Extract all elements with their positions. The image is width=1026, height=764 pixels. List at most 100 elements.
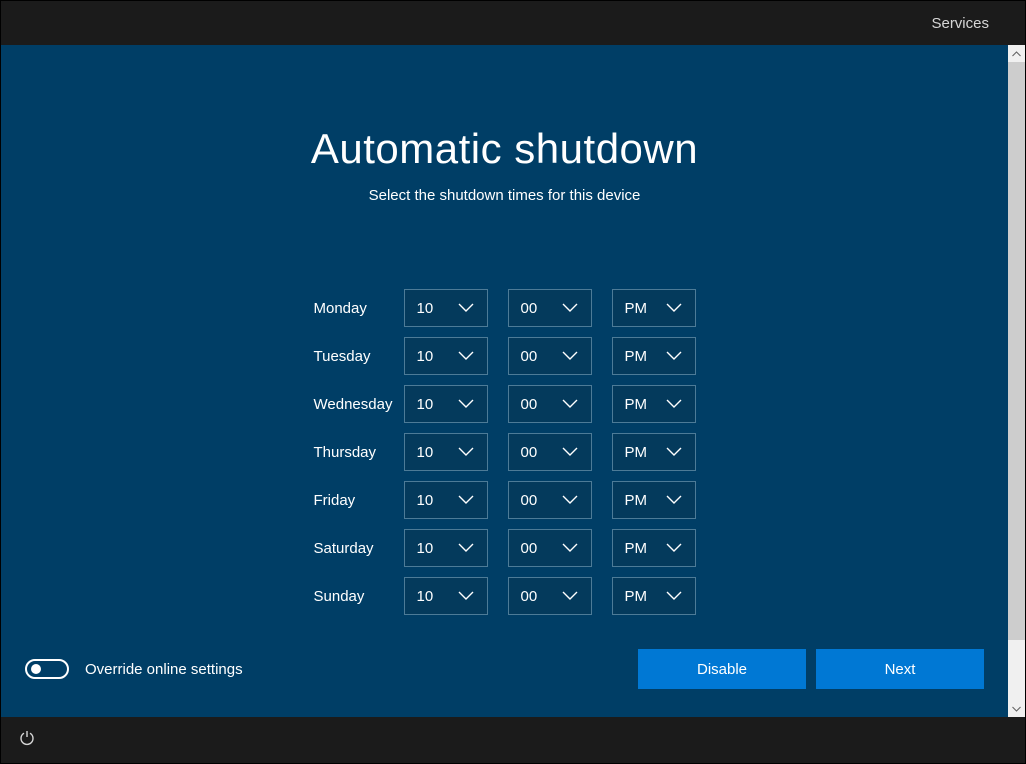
- next-button[interactable]: Next: [816, 649, 984, 689]
- hour-value: 10: [417, 348, 434, 365]
- minute-dropdown[interactable]: 00: [508, 529, 592, 567]
- day-label: Monday: [314, 300, 404, 317]
- chevron-down-icon: [457, 542, 475, 554]
- hour-value: 10: [417, 300, 434, 317]
- period-value: PM: [625, 300, 648, 317]
- schedule-grid: Monday 10 00 PM Tuesday 10 00 PM Wednesday 10 00 PM…: [314, 284, 696, 620]
- chevron-down-icon: [457, 446, 475, 458]
- period-value: PM: [625, 444, 648, 461]
- chevron-down-icon: [457, 494, 475, 506]
- hour-value: 10: [417, 588, 434, 605]
- hour-dropdown[interactable]: 10: [404, 481, 488, 519]
- day-label: Saturday: [314, 540, 404, 557]
- chevron-down-icon: [457, 398, 475, 410]
- power-icon[interactable]: [19, 730, 35, 751]
- period-dropdown[interactable]: PM: [612, 337, 696, 375]
- bottombar: [1, 717, 1025, 763]
- hour-dropdown[interactable]: 10: [404, 433, 488, 471]
- chevron-down-icon: [561, 590, 579, 602]
- page-subtitle: Select the shutdown times for this devic…: [369, 187, 641, 204]
- chevron-down-icon: [665, 398, 683, 410]
- hour-dropdown[interactable]: 10: [404, 337, 488, 375]
- minute-value: 00: [521, 492, 538, 509]
- hour-value: 10: [417, 444, 434, 461]
- period-value: PM: [625, 396, 648, 413]
- day-label: Friday: [314, 492, 404, 509]
- schedule-row: Saturday 10 00 PM: [314, 524, 696, 572]
- chevron-down-icon: [665, 350, 683, 362]
- minute-value: 00: [521, 444, 538, 461]
- minute-dropdown[interactable]: 00: [508, 337, 592, 375]
- minute-value: 00: [521, 348, 538, 365]
- content-wrap: Automatic shutdown Select the shutdown t…: [1, 45, 1025, 717]
- footer-buttons: Disable Next: [638, 649, 984, 689]
- chevron-down-icon: [665, 302, 683, 314]
- minute-value: 00: [521, 396, 538, 413]
- minute-value: 00: [521, 588, 538, 605]
- minute-dropdown[interactable]: 00: [508, 481, 592, 519]
- schedule-row: Friday 10 00 PM: [314, 476, 696, 524]
- day-label: Thursday: [314, 444, 404, 461]
- content: Automatic shutdown Select the shutdown t…: [1, 45, 1008, 717]
- hour-dropdown[interactable]: 10: [404, 529, 488, 567]
- schedule-row: Sunday 10 00 PM: [314, 572, 696, 620]
- hour-value: 10: [417, 540, 434, 557]
- period-dropdown[interactable]: PM: [612, 529, 696, 567]
- minute-dropdown[interactable]: 00: [508, 577, 592, 615]
- chevron-down-icon: [665, 590, 683, 602]
- chevron-down-icon: [665, 494, 683, 506]
- override-group: Override online settings: [25, 659, 243, 679]
- override-toggle[interactable]: [25, 659, 69, 679]
- chevron-down-icon: [561, 302, 579, 314]
- minute-dropdown[interactable]: 00: [508, 433, 592, 471]
- period-dropdown[interactable]: PM: [612, 385, 696, 423]
- hour-value: 10: [417, 396, 434, 413]
- hour-dropdown[interactable]: 10: [404, 577, 488, 615]
- schedule-row: Wednesday 10 00 PM: [314, 380, 696, 428]
- period-dropdown[interactable]: PM: [612, 289, 696, 327]
- vertical-scrollbar[interactable]: [1008, 45, 1025, 717]
- chevron-down-icon: [561, 542, 579, 554]
- chevron-down-icon: [665, 446, 683, 458]
- scroll-thumb[interactable]: [1008, 62, 1025, 640]
- chevron-down-icon: [561, 350, 579, 362]
- period-dropdown[interactable]: PM: [612, 577, 696, 615]
- scroll-down-button[interactable]: [1008, 700, 1025, 717]
- hour-value: 10: [417, 492, 434, 509]
- period-dropdown[interactable]: PM: [612, 433, 696, 471]
- period-value: PM: [625, 348, 648, 365]
- page-title: Automatic shutdown: [311, 125, 698, 173]
- chevron-down-icon: [561, 446, 579, 458]
- period-value: PM: [625, 588, 648, 605]
- disable-button[interactable]: Disable: [638, 649, 806, 689]
- schedule-row: Tuesday 10 00 PM: [314, 332, 696, 380]
- period-dropdown[interactable]: PM: [612, 481, 696, 519]
- hour-dropdown[interactable]: 10: [404, 385, 488, 423]
- minute-dropdown[interactable]: 00: [508, 289, 592, 327]
- day-label: Wednesday: [314, 396, 404, 413]
- scroll-track[interactable]: [1008, 640, 1025, 700]
- override-label: Override online settings: [85, 661, 243, 678]
- footer: Override online settings Disable Next: [25, 649, 984, 689]
- period-value: PM: [625, 540, 648, 557]
- chevron-down-icon: [457, 590, 475, 602]
- toggle-knob: [31, 664, 41, 674]
- day-label: Sunday: [314, 588, 404, 605]
- scroll-up-button[interactable]: [1008, 45, 1025, 62]
- chevron-down-icon: [457, 350, 475, 362]
- titlebar-label: Services: [931, 15, 989, 32]
- chevron-down-icon: [665, 542, 683, 554]
- period-value: PM: [625, 492, 648, 509]
- chevron-down-icon: [561, 494, 579, 506]
- schedule-row: Monday 10 00 PM: [314, 284, 696, 332]
- day-label: Tuesday: [314, 348, 404, 365]
- hour-dropdown[interactable]: 10: [404, 289, 488, 327]
- minute-dropdown[interactable]: 00: [508, 385, 592, 423]
- chevron-down-icon: [457, 302, 475, 314]
- minute-value: 00: [521, 540, 538, 557]
- schedule-row: Thursday 10 00 PM: [314, 428, 696, 476]
- titlebar: Services: [1, 1, 1025, 45]
- window: Services Automatic shutdown Select the s…: [0, 0, 1026, 764]
- chevron-down-icon: [561, 398, 579, 410]
- minute-value: 00: [521, 300, 538, 317]
